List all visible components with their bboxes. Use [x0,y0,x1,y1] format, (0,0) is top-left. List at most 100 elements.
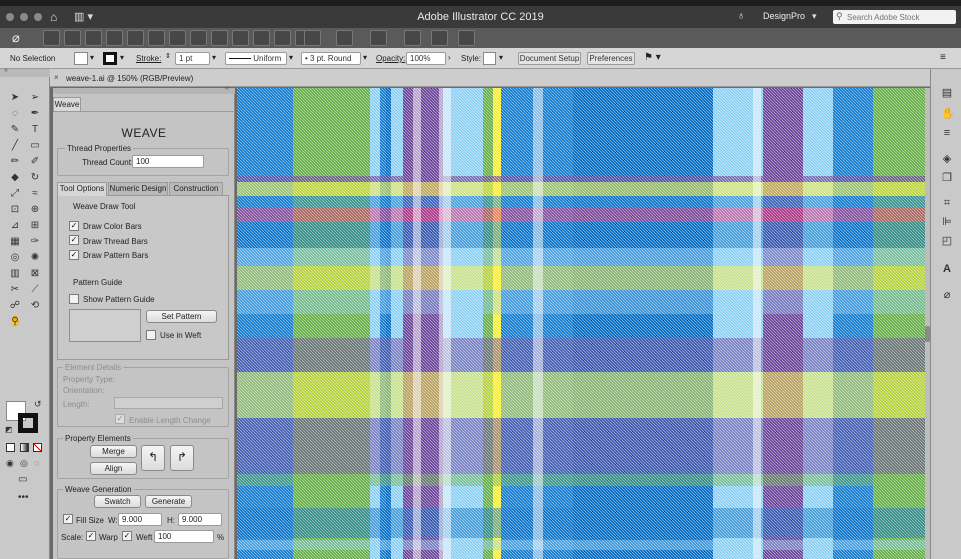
perspective-grid-icon[interactable]: ⊿ [9,220,21,232]
lasso-tool-icon[interactable]: ◌ [9,108,21,120]
generate-button[interactable]: Generate [145,495,192,508]
weft-checkbox[interactable]: ✓ [122,531,132,541]
screen-mode-icon[interactable]: ▭ [18,474,27,485]
graphic-style-swatch[interactable] [483,52,496,65]
close-document-icon[interactable]: × [54,73,59,82]
hash-icon[interactable] [458,30,475,46]
use-in-weft-checkbox[interactable] [146,330,156,340]
artboard-canvas[interactable] [237,88,925,559]
lightbulb-icon[interactable]: ♁ [737,10,745,22]
chevron-down-icon[interactable]: › [448,53,451,62]
stroke-color-box[interactable] [18,413,38,433]
rotate-tool-icon[interactable]: ↻ [29,172,41,184]
variable-width-profile[interactable]: Uniform [225,52,287,65]
paintbrush-tool-icon[interactable]: ✏ [9,156,21,168]
plugin-panel-icon[interactable]: ⌀ [941,289,953,301]
chevron-down-icon[interactable]: ▾ [499,53,503,62]
merge-button[interactable]: Merge [90,445,137,458]
draw-behind-icon[interactable]: ◎ [20,458,28,469]
mesh-tool-icon[interactable]: ⊞ [29,220,41,232]
eraser-tool-icon[interactable]: ◆ [9,172,21,184]
scale-field[interactable]: 100 [154,530,214,543]
shape-builder-icon[interactable]: ⊕ [29,204,41,216]
set-pattern-button[interactable]: Set Pattern [146,310,217,323]
chevron-down-icon[interactable]: ▾ [363,53,367,62]
plugin-logo-icon[interactable]: ⌀ [12,30,20,46]
color-bars-icon[interactable] [64,30,81,46]
libraries-icon[interactable]: ✋ [941,108,955,120]
default-colors-icon[interactable]: ◩ [5,425,13,434]
stock-search-input[interactable] [847,11,952,23]
pathfinder-icon[interactable]: ◰ [941,235,953,247]
document-tab-title[interactable]: weave-1.ai @ 150% (RGB/Preview) [66,74,193,83]
chevron-down-icon[interactable]: ▾ [120,53,124,62]
tab-numeric-design[interactable]: Numeric Design [108,182,168,196]
satin-icon[interactable] [169,30,186,46]
free-transform-icon[interactable]: ⊡ [9,204,21,216]
swatch-library-icon[interactable] [370,30,387,46]
gradient-mode-icon[interactable] [20,443,29,452]
symbol-sprayer-icon[interactable]: ✺ [29,252,41,264]
opacity-label[interactable]: Opacity: [376,54,405,63]
arrange-icon[interactable]: ⚑ ▾ [644,52,661,63]
chevron-down-icon[interactable]: ▾ [289,53,293,62]
puppet-warp-icon[interactable]: ☍ [9,300,21,312]
type-tool-icon[interactable]: T [29,124,41,136]
selection-tool-icon[interactable]: ➤ [9,92,21,104]
character-icon[interactable]: A [941,263,953,275]
thread-bars-icon[interactable] [85,30,102,46]
draw-normal-icon[interactable]: ◉ [6,458,14,469]
pattern-bars-icon[interactable] [106,30,123,46]
none-mode-icon[interactable] [33,443,42,452]
zoom-tool-icon[interactable]: ⚲ [9,316,21,328]
stroke-weight-field[interactable]: 1 pt [175,52,210,65]
align-panel-icon[interactable]: ⊫ [941,216,953,228]
blend-tool-icon[interactable]: ◎ [9,252,21,264]
collapse-icon[interactable]: « [4,67,8,74]
stripe-icon[interactable] [253,30,270,46]
curvature-tool-icon[interactable]: ✎ [9,124,21,136]
split-left-icon[interactable]: ↰ [141,445,165,471]
column-graph-icon[interactable]: ▥ [9,268,21,280]
draw-color-bars-checkbox[interactable]: ✓ [69,221,79,231]
direct-selection-tool-icon[interactable]: ➢ [29,92,41,104]
slice-tool-icon[interactable]: ✂ [9,284,21,296]
panel-menu-icon[interactable]: ≡ [940,52,946,63]
panel-tab-weave[interactable]: Weave [53,97,81,111]
more-tools-icon[interactable]: ••• [18,492,29,503]
warp-checkbox[interactable]: ✓ [86,531,96,541]
weave-icon[interactable] [43,30,60,46]
shaper-tool-icon[interactable]: ✐ [29,156,41,168]
align-button[interactable]: Align [90,462,137,475]
artboard-tool-icon[interactable]: ⊠ [29,268,41,280]
chevron-down-icon[interactable]: ▾ [212,53,216,62]
swap-colors-icon[interactable]: ↺ [34,399,42,410]
fill-swatch[interactable] [74,52,88,65]
fabric-icon[interactable] [274,30,291,46]
split-right-icon[interactable]: ↱ [170,445,194,471]
herringbone-icon[interactable] [190,30,207,46]
workspace-switcher[interactable]: DesignPro [763,11,805,21]
draw-inside-icon[interactable]: ◌ [34,458,39,468]
scale-tool-icon[interactable]: ⤢ [9,188,21,200]
chevron-down-icon[interactable]: ▾ [812,11,817,22]
line-tool-icon[interactable]: ╱ [9,140,21,152]
chevron-down-icon[interactable]: ▾ [90,53,94,62]
height-field[interactable]: 9.000 [178,513,222,526]
grid-icon[interactable] [336,30,353,46]
transform-icon[interactable]: ⌗ [941,197,953,209]
collapse-icon[interactable]: « [225,85,229,92]
rotate-view-icon[interactable]: ⟲ [29,300,41,312]
properties-icon[interactable]: ▤ [941,87,953,99]
tab-tool-options[interactable]: Tool Options [57,182,107,196]
tab-construction[interactable]: Construction [169,182,223,196]
gradient-tool-icon[interactable]: ▦ [9,236,21,248]
artboards-icon[interactable]: ❐ [941,172,953,184]
eyedropper-tool-icon[interactable]: ✑ [29,236,41,248]
stroke-label[interactable]: Stroke: [136,54,161,63]
color-mode-icon[interactable] [6,443,15,452]
twill-icon[interactable] [148,30,165,46]
show-pattern-guide-checkbox[interactable] [69,294,79,304]
preferences-button[interactable]: Preferences [587,52,635,65]
width-field[interactable]: 9.000 [118,513,162,526]
